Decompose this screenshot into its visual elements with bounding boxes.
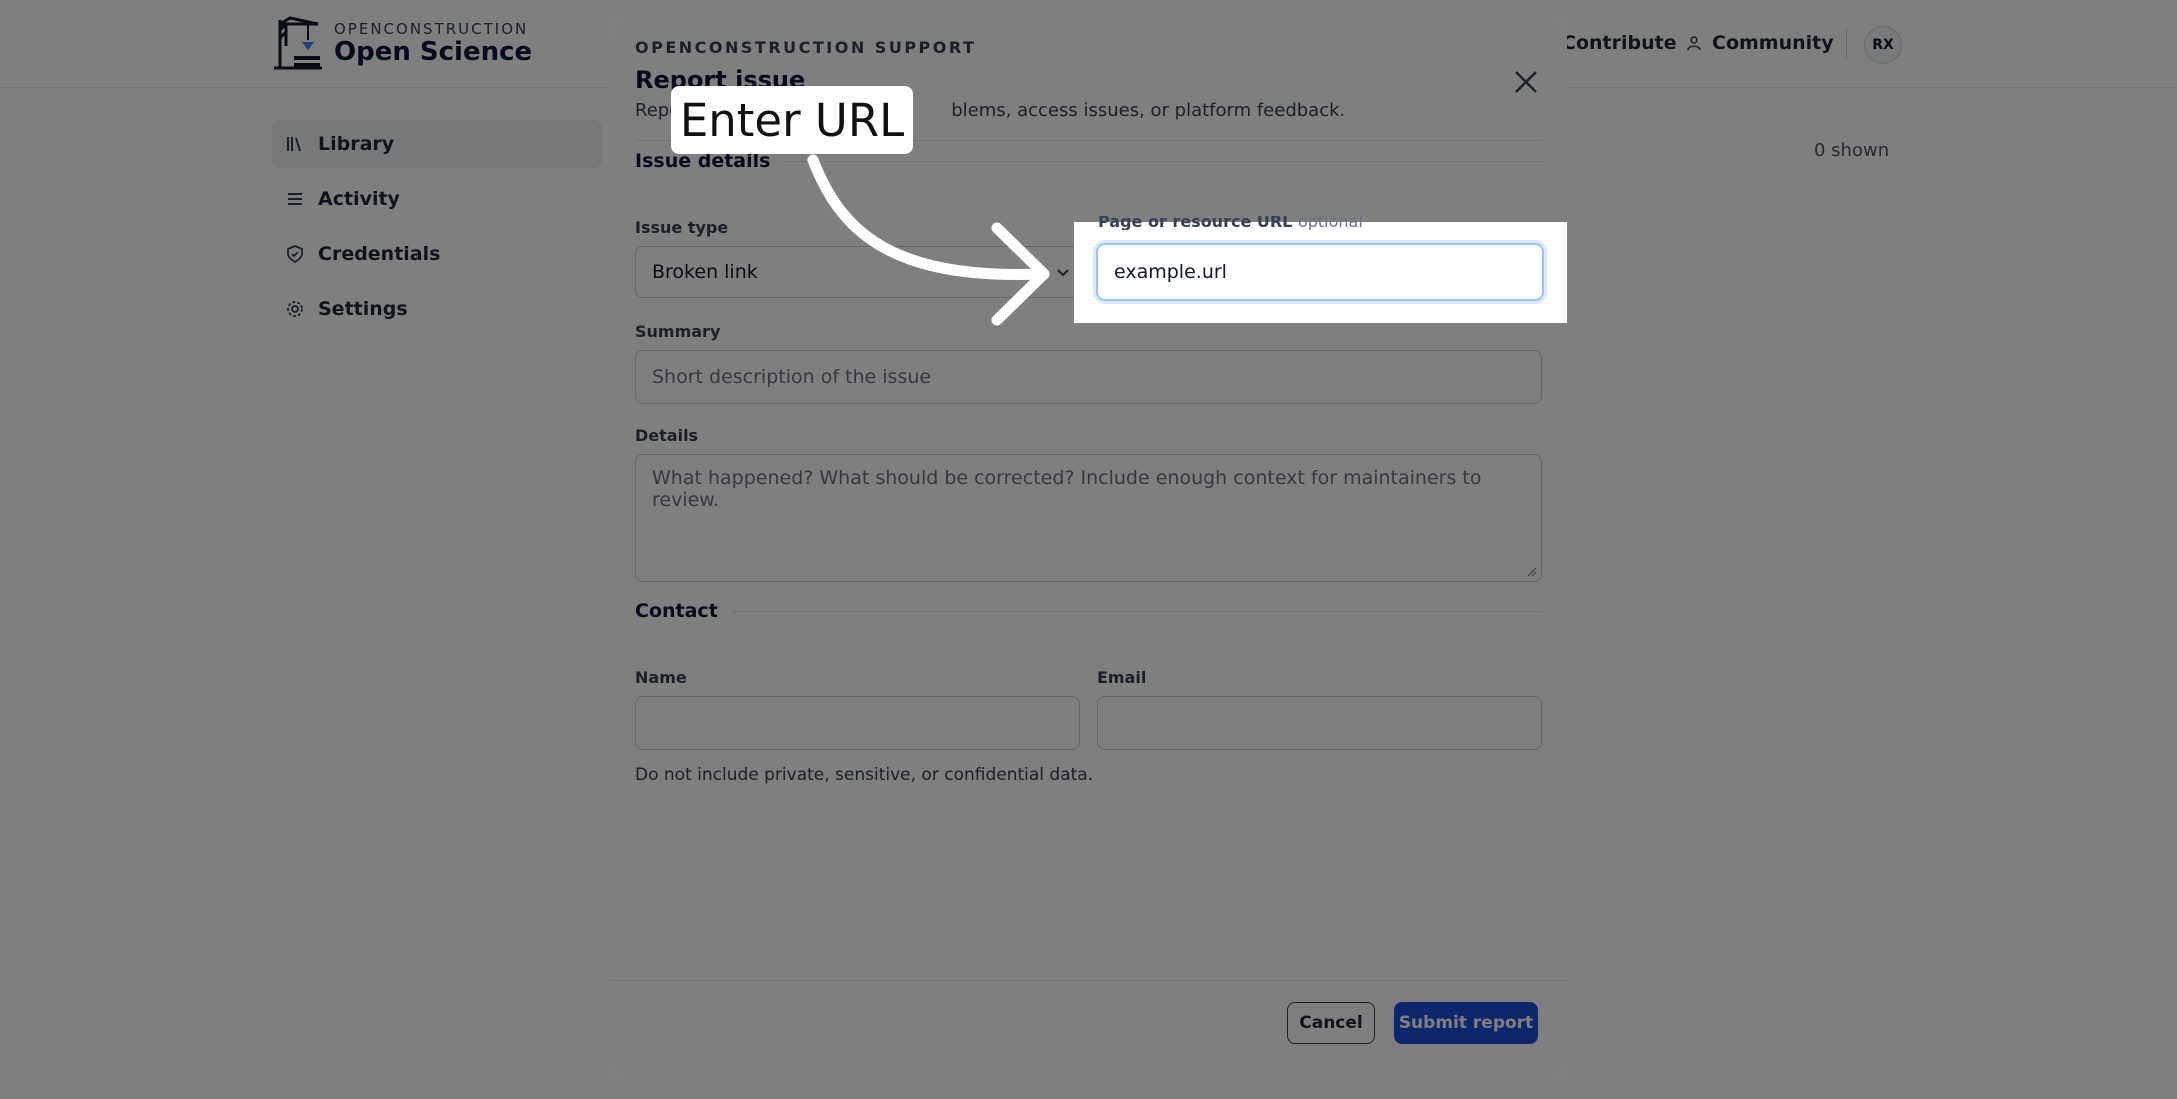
url-optional-text: optional — [1297, 216, 1363, 230]
arrow-icon — [807, 154, 1050, 326]
url-label: Page or resource URL optional — [1098, 216, 1363, 230]
url-input[interactable]: example.url — [1096, 243, 1544, 301]
tutorial-callout: Enter URL — [671, 86, 913, 154]
url-label-text: Page or resource URL — [1098, 216, 1293, 230]
tutorial-dim-overlay — [610, 20, 1567, 1079]
url-input-value: example.url — [1114, 261, 1227, 283]
